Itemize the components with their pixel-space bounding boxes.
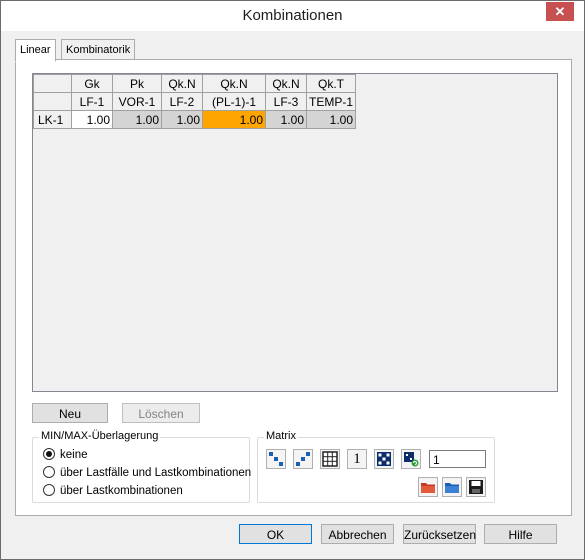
- column-header[interactable]: Pk: [112, 74, 162, 93]
- corner-cell: [33, 92, 72, 111]
- matrix-group-title: Matrix: [264, 430, 298, 442]
- column-header[interactable]: LF-2: [161, 92, 203, 111]
- column-header[interactable]: (PL-1)-1: [202, 92, 266, 111]
- column-header[interactable]: TEMP-1: [305, 92, 357, 111]
- value-cell[interactable]: 1.00: [71, 110, 113, 129]
- radio-empty-icon: [43, 466, 55, 478]
- tab-linear[interactable]: Linear: [15, 39, 56, 62]
- loeschen-button[interactable]: Löschen: [122, 403, 200, 423]
- diagonal-down-icon[interactable]: [266, 449, 286, 469]
- combination-table: Gk Pk Qk.N Qk.N Qk.N Qk.T LF-1 VOR-1 LF-…: [33, 74, 357, 129]
- open-folder-red-icon[interactable]: [418, 477, 438, 497]
- neu-button[interactable]: Neu: [32, 403, 108, 423]
- matrix-group: Matrix 1 1: [257, 430, 495, 503]
- header-row-types: Gk Pk Qk.N Qk.N Qk.N Qk.T: [33, 74, 357, 93]
- value-cell-highlighted[interactable]: 1.00: [202, 110, 266, 129]
- column-header[interactable]: LF-3: [265, 92, 307, 111]
- radio-label: keine: [60, 449, 88, 461]
- ok-button[interactable]: OK: [239, 524, 312, 544]
- minmax-group: MIN/MAX-Überlagerung keine über Lastfäll…: [32, 430, 252, 503]
- column-header[interactable]: Qk.N: [161, 74, 203, 93]
- open-folder-blue-icon[interactable]: [442, 477, 462, 497]
- row-header[interactable]: LK-1: [33, 110, 72, 129]
- radio-empty-icon: [43, 484, 55, 496]
- abbrechen-button[interactable]: Abbrechen: [321, 524, 394, 544]
- hilfe-button[interactable]: Hilfe: [484, 524, 557, 544]
- diagonal-up-icon[interactable]: [293, 449, 313, 469]
- combination-grid[interactable]: Gk Pk Qk.N Qk.N Qk.N Qk.T LF-1 VOR-1 LF-…: [32, 73, 558, 392]
- radio-label: über Lastkombinationen: [60, 485, 183, 497]
- radio-label: über Lastfälle und Lastkombinationen: [60, 467, 252, 479]
- close-button[interactable]: ✕: [546, 2, 574, 21]
- column-header[interactable]: LF-1: [71, 92, 113, 111]
- value-cell[interactable]: 1.00: [265, 110, 307, 129]
- header-row-loadcases: LF-1 VOR-1 LF-2 (PL-1)-1 LF-3 TEMP-1: [33, 92, 357, 111]
- save-icon[interactable]: [466, 477, 486, 497]
- kombinationen-dialog: Kombinationen ✕ Linear Kombinatorik Gk P…: [0, 0, 585, 560]
- title-bar: Kombinationen ✕: [1, 1, 584, 31]
- tab-kombinatorik[interactable]: Kombinatorik: [61, 39, 136, 61]
- window-title: Kombinationen: [242, 7, 343, 24]
- table-row: LK-1 1.00 1.00 1.00 1.00 1.00 1.00: [33, 110, 357, 129]
- set-one-button[interactable]: 1: [347, 449, 367, 469]
- matrix-factor-input[interactable]: 1: [429, 450, 486, 468]
- zuruecksetzen-button[interactable]: Zurücksetzen: [403, 524, 476, 544]
- column-header[interactable]: VOR-1: [112, 92, 162, 111]
- grid-refresh-icon[interactable]: [401, 449, 421, 469]
- column-header[interactable]: Gk: [71, 74, 113, 93]
- radio-selected-icon: [43, 448, 55, 460]
- grid-dark-icon[interactable]: [374, 449, 394, 469]
- value-cell[interactable]: 1.00: [161, 110, 203, 129]
- grid-all-icon[interactable]: [320, 449, 340, 469]
- column-header[interactable]: Qk.T: [305, 74, 357, 93]
- corner-cell: [33, 74, 72, 93]
- minmax-group-title: MIN/MAX-Überlagerung: [39, 430, 161, 442]
- tab-panel-linear: Gk Pk Qk.N Qk.N Qk.N Qk.T LF-1 VOR-1 LF-…: [15, 59, 572, 516]
- value-cell[interactable]: 1.00: [112, 110, 162, 129]
- column-header[interactable]: Qk.N: [265, 74, 307, 93]
- column-header[interactable]: Qk.N: [202, 74, 266, 93]
- value-cell[interactable]: 1.00: [305, 110, 357, 129]
